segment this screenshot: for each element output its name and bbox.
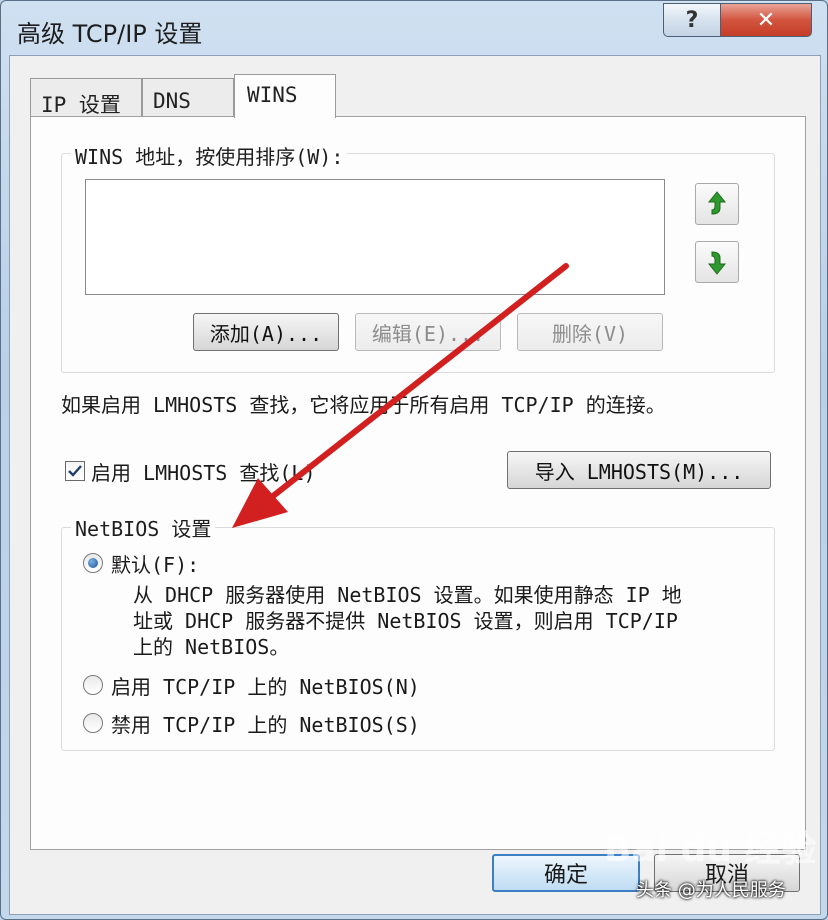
up-arrow-icon <box>707 191 727 215</box>
help-button[interactable]: ? <box>663 3 721 37</box>
tab-label: DNS <box>153 89 191 113</box>
netbios-enable-label[interactable]: 启用 TCP/IP 上的 NetBIOS(N) <box>111 671 420 700</box>
radio-netbios-enable[interactable] <box>83 675 103 695</box>
wins-tab-panel: WINS 地址，按使用排序(W): 添加(A)... 编辑(E)... 删除(V… <box>30 116 806 850</box>
dialog-client-area: IP 设置 DNS WINS WINS 地址，按使用排序(W): 添加(A)..… <box>9 55 821 915</box>
lmhosts-enable-label[interactable]: 启用 LMHOSTS 查找(L) <box>91 457 316 486</box>
netbios-default-desc-line3: 上的 NetBIOS。 <box>133 635 290 659</box>
edit-wins-button[interactable]: 编辑(E)... <box>355 313 501 351</box>
close-icon: ✕ <box>756 7 776 33</box>
tab-label: WINS <box>247 83 298 107</box>
radio-netbios-default[interactable] <box>83 553 103 573</box>
window-title: 高级 TCP/IP 设置 <box>17 20 203 48</box>
lmhosts-checkbox[interactable] <box>65 461 85 481</box>
down-arrow-icon <box>707 251 727 275</box>
move-up-button[interactable] <box>695 183 739 225</box>
netbios-default-desc-line2: 址或 DHCP 服务器不提供 NetBIOS 设置，则启用 TCP/IP <box>133 609 678 633</box>
close-button[interactable]: ✕ <box>720 3 812 37</box>
credit-text: 头条 @为人民服务 <box>636 880 786 901</box>
radio-selected-dot <box>88 558 98 568</box>
netbios-disable-label[interactable]: 禁用 TCP/IP 上的 NetBIOS(S) <box>111 709 420 738</box>
watermark: Bai du 经验 <box>604 829 817 870</box>
wins-group-label: WINS 地址，按使用排序(W): <box>71 141 348 170</box>
wins-address-list[interactable] <box>85 179 665 295</box>
tab-wins[interactable]: WINS <box>234 74 336 118</box>
delete-wins-button[interactable]: 删除(V) <box>517 313 663 351</box>
add-wins-button[interactable]: 添加(A)... <box>193 313 339 351</box>
move-down-button[interactable] <box>695 241 739 283</box>
checkmark-icon <box>68 465 82 477</box>
import-lmhosts-button[interactable]: 导入 LMHOSTS(M)... <box>507 451 771 489</box>
netbios-group-label: NetBIOS 设置 <box>71 513 216 542</box>
lmhosts-info-text: 如果启用 LMHOSTS 查找，它将应用于所有启用 TCP/IP 的连接。 <box>61 393 666 417</box>
tab-label: IP 设置 <box>41 93 121 117</box>
netbios-default-desc-line1: 从 DHCP 服务器使用 NetBIOS 设置。如果使用静态 IP 地 <box>133 583 682 607</box>
netbios-default-label[interactable]: 默认(F): <box>111 549 199 578</box>
dialog-window: 高级 TCP/IP 设置 ? ✕ IP 设置 DNS WINS WINS 地址，… <box>0 0 828 920</box>
tab-ip-settings[interactable]: IP 设置 <box>30 78 142 117</box>
radio-netbios-disable[interactable] <box>83 713 103 733</box>
tab-dns[interactable]: DNS <box>142 78 234 116</box>
help-icon: ? <box>685 7 699 33</box>
